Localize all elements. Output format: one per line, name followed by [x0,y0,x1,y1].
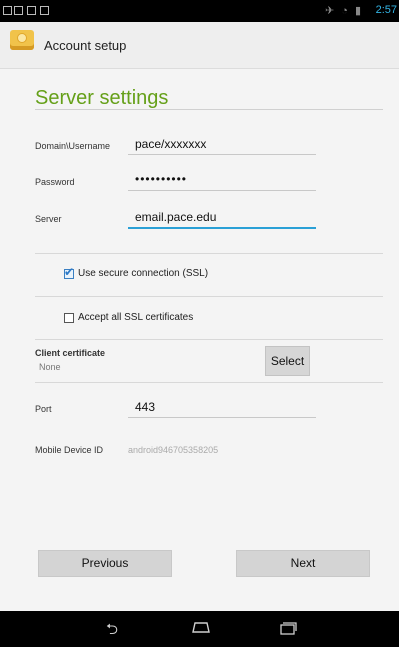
password-field[interactable]: •••••••••• [135,172,187,186]
divider [35,296,383,297]
screenshot-notification-icon [40,6,49,15]
system-status-icons: ✈ ◔ ▮ [324,5,363,17]
port-field[interactable]: 443 [135,400,155,414]
port-underline [128,417,316,418]
divider [35,339,383,340]
next-button[interactable]: Next [236,550,370,577]
server-field[interactable]: email.pace.edu [135,210,216,224]
domain-username-field[interactable]: pace/xxxxxxx [135,137,206,151]
email-app-icon[interactable] [10,30,34,50]
divider [35,253,383,254]
password-underline [128,190,316,191]
mobile-device-id-label: Mobile Device ID [35,445,104,455]
action-bar-title: Account setup [44,38,127,53]
image-notification-icon [14,6,23,15]
select-certificate-button[interactable]: Select [265,346,310,376]
checkmark-icon: ✔ [64,265,75,279]
previous-button[interactable]: Previous [38,550,172,577]
accept-all-ssl-label[interactable]: Accept all SSL certificates [78,312,193,323]
client-certificate-label: Client certificate [35,348,106,358]
password-label: Password [35,177,75,187]
domain-username-label: Domain\Username [35,141,111,151]
domain-username-underline [128,154,316,155]
home-icon[interactable] [191,620,211,638]
use-ssl-checkbox[interactable]: ✔ [64,265,74,279]
status-bar: ✈ ◔ ▮ 2:57 [0,0,399,22]
status-time: 2:57 [375,4,397,16]
divider [35,382,383,383]
port-label: Port [35,404,52,414]
back-icon[interactable]: ⮌ [106,619,118,644]
recent-apps-icon[interactable] [279,621,297,639]
server-label: Server [35,214,62,224]
section-title: Server settings [35,87,169,109]
server-settings-form: Server settings Domain\Username pace/xxx… [0,69,399,611]
accept-all-ssl-checkbox[interactable] [64,313,74,323]
use-ssl-label[interactable]: Use secure connection (SSL) [78,268,208,279]
mail-notification-icon [27,6,36,15]
notification-icon [3,6,12,15]
client-certificate-value: None [39,362,61,372]
system-navigation-bar: ⮌ [0,611,399,647]
action-bar: Account setup [0,22,399,69]
section-title-divider [35,109,383,110]
server-underline-focused [128,227,316,229]
mobile-device-id-value: android946705358205 [128,445,219,455]
